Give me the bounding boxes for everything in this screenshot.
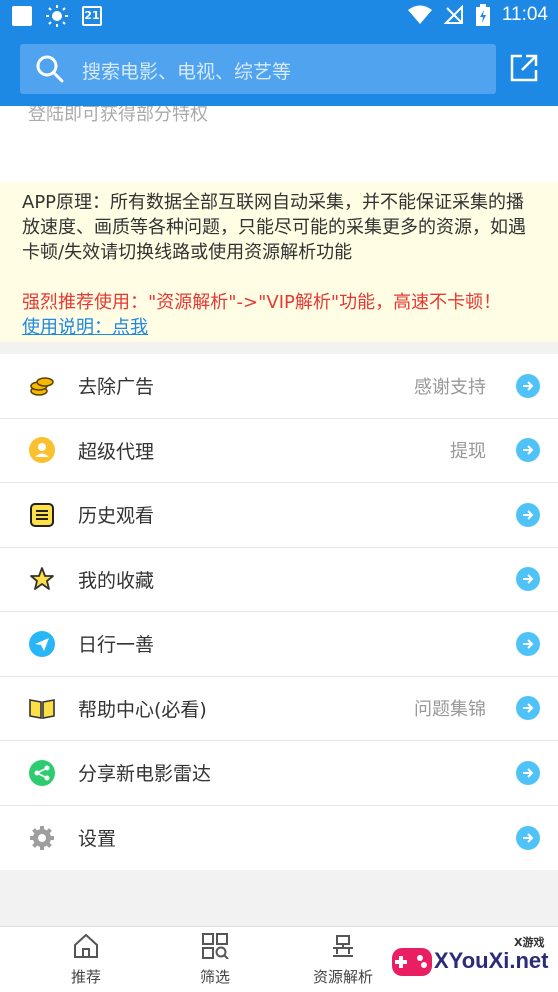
- home-icon: [74, 933, 98, 958]
- menu-item-favorites[interactable]: 我的收藏: [0, 548, 558, 612]
- login-hint: 登陆即可获得部分特权: [28, 106, 208, 125]
- tab-recommend[interactable]: 推荐: [36, 933, 136, 987]
- no-signal-icon: [443, 5, 463, 24]
- share-external-icon[interactable]: [508, 52, 540, 84]
- paper-plane-icon: [28, 630, 56, 658]
- arrow-right-icon: [516, 760, 540, 785]
- coins-icon: [28, 372, 56, 400]
- menu-extra: 问题集锦: [414, 699, 486, 721]
- menu-label: 日行一善: [78, 634, 155, 657]
- agent-icon: [28, 436, 56, 464]
- menu-label: 我的收藏: [78, 569, 155, 592]
- notice-highlight: 强烈推荐使用："资源解析"->"VIP解析"功能，高速不卡顿！: [22, 292, 502, 313]
- arrow-right-icon: [516, 825, 540, 850]
- menu-label: 去除广告: [78, 376, 155, 399]
- search-bar[interactable]: 搜索电影、电视、综艺等: [20, 44, 496, 94]
- usage-instructions-link[interactable]: 使用说明：点我: [22, 317, 148, 338]
- watermark-text: XYouXi.net: [434, 948, 549, 973]
- notification-icon: [12, 6, 32, 26]
- history-icon: [28, 501, 56, 529]
- menu-label: 分享新电影雷达: [78, 763, 212, 786]
- arrow-right-icon: [516, 567, 540, 592]
- search-icon: [36, 55, 64, 83]
- wifi-icon: [407, 5, 432, 24]
- arrow-right-icon: [516, 631, 540, 656]
- menu-extra: 提现: [450, 441, 486, 463]
- tab-resource-parse[interactable]: 资源解析: [293, 933, 393, 987]
- search-placeholder: 搜索电影、电视、综艺等: [82, 61, 292, 83]
- menu-item-history[interactable]: 历史观看: [0, 483, 558, 548]
- battery-icon: [475, 4, 490, 26]
- menu-list: 去除广告 感谢支持 超级代理 提现 历史观看 我的收藏 日行一善 帮助中心(必看…: [0, 354, 558, 870]
- tab-label: 筛选: [199, 968, 230, 986]
- arrow-right-icon: [516, 373, 540, 398]
- notice-body: APP原理：所有数据全部互联网自动采集，并不能保证采集的播放速度、画质等各种问题…: [22, 192, 526, 263]
- tab-filter[interactable]: 筛选: [165, 933, 265, 987]
- calendar-icon: 21: [82, 6, 102, 26]
- login-panel[interactable]: 登陆即可获得部分特权: [0, 106, 558, 182]
- gear-icon: [28, 824, 56, 852]
- watermark: X游戏 XYouXi.net: [390, 932, 558, 992]
- menu-item-settings[interactable]: 设置: [0, 806, 558, 871]
- menu-extra: 感谢支持: [414, 376, 486, 398]
- arrow-right-icon: [516, 502, 540, 527]
- top-header: 搜索电影、电视、综艺等: [0, 32, 558, 106]
- menu-item-help-center[interactable]: 帮助中心(必看) 问题集锦: [0, 677, 558, 741]
- gamepad-logo-icon: [392, 948, 432, 976]
- tab-label: 资源解析: [312, 968, 373, 986]
- clock: 11:04: [501, 4, 548, 25]
- arrow-right-icon: [516, 696, 540, 721]
- menu-label: 设置: [78, 828, 117, 851]
- menu-item-remove-ads[interactable]: 去除广告 感谢支持: [0, 354, 558, 419]
- book-icon: [28, 694, 56, 722]
- star-icon: [28, 565, 56, 593]
- share-icon: [28, 759, 56, 787]
- menu-item-daily-good-deed[interactable]: 日行一善: [0, 612, 558, 677]
- menu-item-super-agent[interactable]: 超级代理 提现: [0, 419, 558, 483]
- menu-label: 超级代理: [78, 440, 155, 463]
- filter-grid-icon: [202, 933, 229, 960]
- tab-label: 推荐: [70, 968, 101, 986]
- menu-label: 历史观看: [78, 505, 155, 528]
- brightness-icon: [46, 5, 68, 27]
- arrow-right-icon: [516, 438, 540, 463]
- notice-box: APP原理：所有数据全部互联网自动采集，并不能保证采集的播放速度、画质等各种问题…: [0, 182, 558, 342]
- parse-icon: [333, 935, 353, 957]
- status-bar: 21 11:04: [0, 0, 558, 32]
- menu-label: 帮助中心(必看): [78, 698, 207, 721]
- menu-item-share-app[interactable]: 分享新电影雷达: [0, 741, 558, 806]
